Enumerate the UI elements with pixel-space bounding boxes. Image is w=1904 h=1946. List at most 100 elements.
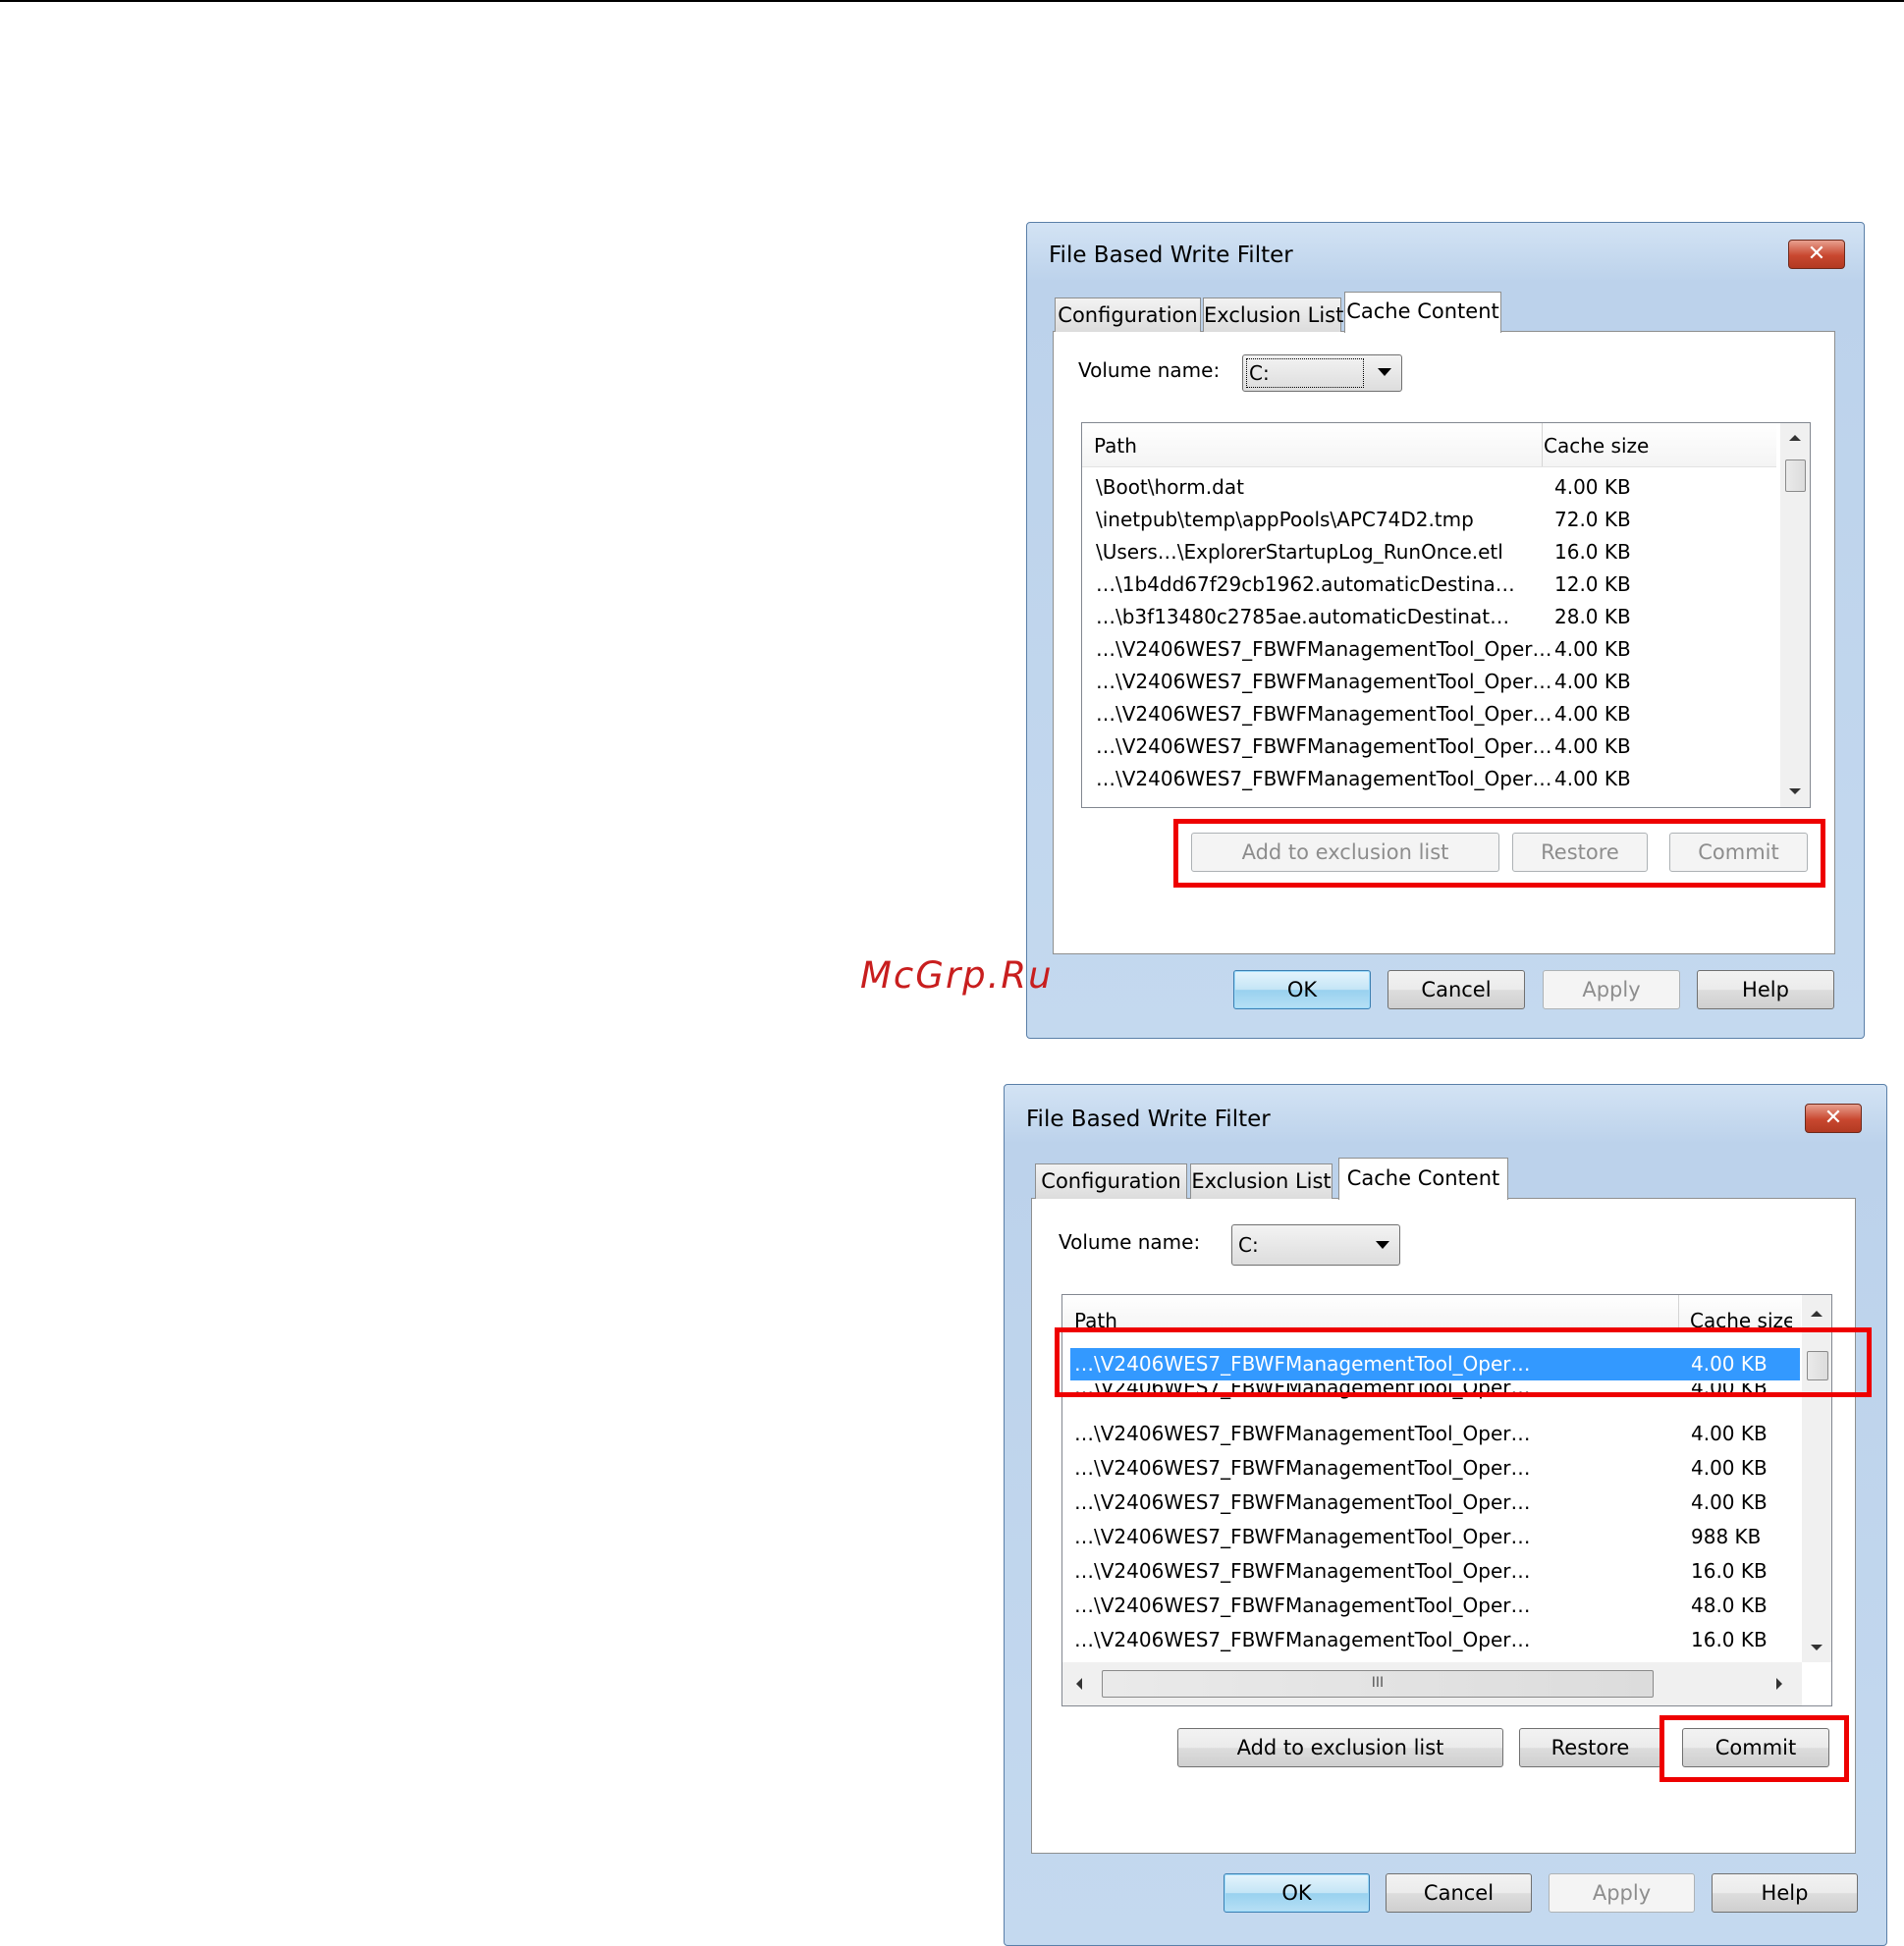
row-cache-size: 72.0 KB: [1554, 508, 1631, 531]
row-path: …\V2406WES7_FBWFManagementTool_Oper…: [1074, 1628, 1531, 1651]
highlight-action-buttons: [1173, 819, 1825, 888]
row-cache-size: 16.0 KB: [1554, 540, 1631, 564]
apply-label: Apply: [1582, 978, 1641, 1001]
list-item[interactable]: …\V2406WES7_FBWFManagementTool_Oper… 4.00…: [1082, 670, 1776, 702]
fbwf-dialog-before: File Based Write Filter ✕ Configuration …: [1026, 222, 1865, 1039]
close-icon[interactable]: ✕: [1788, 240, 1845, 269]
help-button[interactable]: Help: [1697, 970, 1834, 1009]
list-item[interactable]: …\V2406WES7_FBWFManagementTool_Oper… 4.00…: [1082, 767, 1776, 799]
column-divider: [1542, 423, 1543, 466]
row-path: …\V2406WES7_FBWFManagementTool_Oper…: [1074, 1456, 1531, 1480]
row-path: …\V2406WES7_FBWFManagementTool_Oper…: [1074, 1490, 1531, 1514]
row-cache-size: 4.00 KB: [1691, 1456, 1768, 1480]
volume-name-select[interactable]: C:: [1231, 1224, 1400, 1266]
row-path: …\V2406WES7_FBWFManagementTool_Oper…: [1074, 1525, 1531, 1548]
row-path: \inetpub\temp\appPools\APC74D2.tmp: [1096, 508, 1474, 531]
apply-button[interactable]: Apply: [1543, 970, 1680, 1009]
add-to-exclusion-list-label: Add to exclusion list: [1236, 1736, 1444, 1759]
row-cache-size: 4.00 KB: [1554, 637, 1631, 661]
horizontal-scrollbar[interactable]: III: [1062, 1662, 1802, 1705]
list-item[interactable]: …\V2406WES7_FBWFManagementTool_Oper… 4.00…: [1082, 637, 1776, 670]
row-cache-size: 4.00 KB: [1554, 670, 1631, 693]
list-item[interactable]: …\V2406WES7_FBWFManagementTool_Oper… 16.0…: [1070, 1624, 1800, 1658]
list-item[interactable]: \Users…\ExplorerStartupLog_RunOnce.etl 16…: [1082, 540, 1776, 572]
tab-cache-content[interactable]: Cache Content: [1344, 292, 1501, 333]
volume-name-select[interactable]: C:: [1242, 354, 1402, 392]
ok-button[interactable]: OK: [1224, 1873, 1370, 1913]
add-to-exclusion-list-button[interactable]: Add to exclusion list: [1177, 1728, 1503, 1767]
list-item[interactable]: …\V2406WES7_FBWFManagementTool_Oper… 4.00…: [1070, 1418, 1800, 1452]
list-item[interactable]: …\b3f13480c2785ae.automaticDestinat… 28.0…: [1082, 605, 1776, 637]
row-path: …\V2406WES7_FBWFManagementTool_Oper…: [1096, 734, 1552, 758]
help-button[interactable]: Help: [1712, 1873, 1858, 1913]
tab-exclusion-list[interactable]: Exclusion List: [1203, 297, 1343, 332]
volume-name-label: Volume name:: [1059, 1230, 1201, 1254]
row-path: …\V2406WES7_FBWFManagementTool_Oper…: [1096, 767, 1552, 790]
vertical-scrollbar[interactable]: [1780, 423, 1810, 807]
chevron-down-icon: [1378, 368, 1391, 376]
column-header-cache-size[interactable]: Cache size: [1544, 434, 1649, 458]
close-icon[interactable]: ✕: [1805, 1104, 1862, 1133]
row-path: …\1b4dd67f29cb1962.automaticDestina…: [1096, 572, 1515, 596]
tab-configuration[interactable]: Configuration: [1055, 297, 1201, 332]
row-path: …\V2406WES7_FBWFManagementTool_Oper…: [1074, 1422, 1531, 1445]
restore-button[interactable]: Restore: [1519, 1728, 1661, 1767]
row-cache-size: 4.00 KB: [1554, 767, 1631, 790]
volume-name-label: Volume name:: [1078, 358, 1221, 382]
list-item[interactable]: \inetpub\temp\appPools\APC74D2.tmp 72.0 K…: [1082, 508, 1776, 540]
apply-label: Apply: [1592, 1881, 1652, 1905]
scroll-up-icon[interactable]: [1811, 1311, 1822, 1317]
row-path: \Boot\horm.dat: [1096, 475, 1244, 499]
row-cache-size: 28.0 KB: [1554, 605, 1631, 628]
list-item[interactable]: …\V2406WES7_FBWFManagementTool_Oper… 48.0…: [1070, 1590, 1800, 1624]
scroll-down-icon[interactable]: [1811, 1645, 1822, 1650]
list-item[interactable]: …\V2406WES7_FBWFManagementTool_Oper… 16.0…: [1070, 1555, 1800, 1590]
volume-name-value: C:: [1238, 1233, 1259, 1257]
row-path: …\b3f13480c2785ae.automaticDestinat…: [1096, 605, 1510, 628]
list-item[interactable]: …\V2406WES7_FBWFManagementTool_Oper… 988 …: [1070, 1521, 1800, 1555]
apply-button[interactable]: Apply: [1549, 1873, 1695, 1913]
column-divider: [1678, 1295, 1679, 1330]
tab-exclusion-list[interactable]: Exclusion List: [1190, 1163, 1333, 1199]
cancel-button[interactable]: Cancel: [1387, 970, 1525, 1009]
ok-button[interactable]: OK: [1233, 970, 1371, 1009]
scroll-thumb[interactable]: [1785, 459, 1806, 492]
column-header-path[interactable]: Path: [1094, 434, 1137, 458]
scroll-down-icon[interactable]: [1789, 788, 1801, 794]
watermark: McGrp.Ru: [860, 954, 1054, 997]
row-path: \Users…\ExplorerStartupLog_RunOnce.etl: [1096, 540, 1503, 564]
row-cache-size: 12.0 KB: [1554, 572, 1631, 596]
ok-label: OK: [1281, 1881, 1312, 1905]
list-item[interactable]: …\V2406WES7_FBWFManagementTool_Oper… 4.00…: [1082, 734, 1776, 767]
list-item[interactable]: …\V2406WES7_FBWFManagementTool_Oper… 4.00…: [1070, 1452, 1800, 1487]
chevron-down-icon[interactable]: [1376, 1241, 1389, 1249]
list-item[interactable]: …\1b4dd67f29cb1962.automaticDestina… 12.0…: [1082, 572, 1776, 605]
row-path: …\V2406WES7_FBWFManagementTool_Oper…: [1096, 670, 1552, 693]
row-cache-size: 48.0 KB: [1691, 1594, 1768, 1617]
tab-cache-content[interactable]: Cache Content: [1338, 1158, 1508, 1200]
cache-content-list[interactable]: Path Cache size \Boot\horm.dat 4.00 KB \i…: [1081, 422, 1811, 808]
scroll-left-icon[interactable]: [1076, 1678, 1082, 1690]
scroll-right-icon[interactable]: [1776, 1678, 1782, 1690]
restore-label: Restore: [1550, 1736, 1630, 1759]
list-item[interactable]: …\V2406WES7_FBWFManagementTool_Oper… 4.00…: [1082, 702, 1776, 734]
cancel-label: Cancel: [1423, 1881, 1495, 1905]
row-cache-size: 4.00 KB: [1554, 475, 1631, 499]
row-path: …\V2406WES7_FBWFManagementTool_Oper…: [1074, 1559, 1531, 1583]
dialog-title: File Based Write Filter: [1049, 243, 1293, 268]
list-header: [1082, 423, 1776, 467]
list-item[interactable]: …\V2406WES7_FBWFManagementTool_Oper… 4.00…: [1070, 1487, 1800, 1521]
volume-name-value: C:: [1249, 361, 1270, 385]
list-item[interactable]: \Boot\horm.dat 4.00 KB: [1082, 475, 1776, 508]
row-cache-size: 4.00 KB: [1691, 1490, 1768, 1514]
fbwf-dialog-after: File Based Write Filter ✕ Configuration …: [1004, 1084, 1887, 1946]
row-path: …\V2406WES7_FBWFManagementTool_Oper…: [1074, 1594, 1531, 1617]
row-cache-size: 988 KB: [1691, 1525, 1762, 1548]
hscroll-thumb[interactable]: III: [1102, 1670, 1654, 1698]
scroll-up-icon[interactable]: [1789, 435, 1801, 441]
cancel-label: Cancel: [1421, 978, 1492, 1001]
cancel-button[interactable]: Cancel: [1386, 1873, 1532, 1913]
highlight-commit-button: [1659, 1715, 1849, 1782]
row-path: …\V2406WES7_FBWFManagementTool_Oper…: [1096, 702, 1552, 726]
tab-configuration[interactable]: Configuration: [1035, 1163, 1187, 1199]
